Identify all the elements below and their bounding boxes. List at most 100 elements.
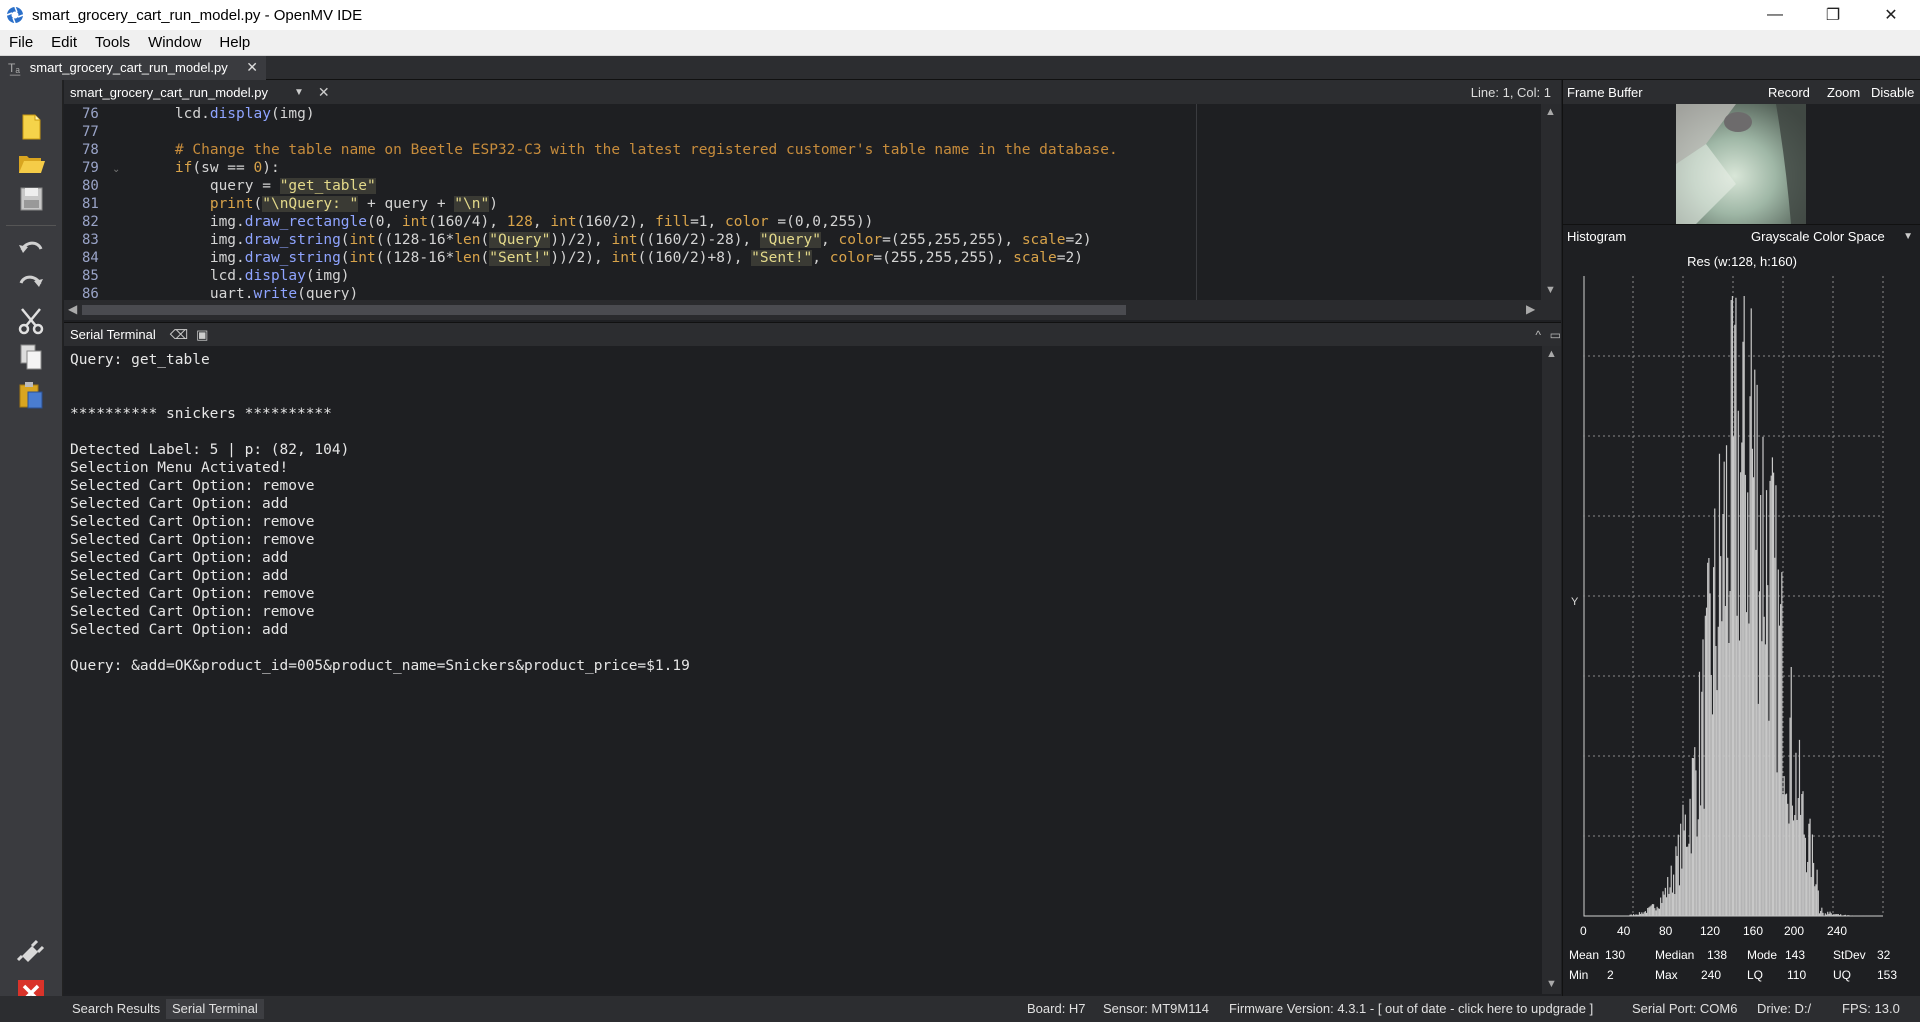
- code-line-83: img.draw_string(int((128-16*len("Query")…: [140, 232, 1092, 248]
- scrollbar-thumb[interactable]: [82, 305, 1126, 315]
- serial-terminal-output[interactable]: Query: get_table ********** snickers ***…: [64, 346, 1542, 994]
- menu-help[interactable]: Help: [210, 34, 259, 51]
- code-line-76: lcd.display(img): [140, 106, 315, 122]
- scroll-left-icon[interactable]: ◀: [68, 302, 77, 316]
- scroll-down-icon[interactable]: ▼: [1545, 284, 1556, 296]
- serial-terminal-tab[interactable]: Serial Terminal: [166, 999, 264, 1019]
- line-number: 76: [82, 106, 99, 122]
- openmv-ide-window: smart_grocery_cart_run_model.py - OpenMV…: [0, 0, 1920, 1022]
- editor-filename[interactable]: smart_grocery_cart_run_model.py: [64, 85, 294, 100]
- terminal-line: Selected Cart Option: add: [70, 550, 289, 566]
- frame-buffer-header: Frame Buffer Record Zoom Disable: [1563, 80, 1920, 104]
- line-number-gutter: 76 77 78 79 80 81 82 83 84 85 86 ⌄: [64, 104, 128, 300]
- terminal-line: Selected Cart Option: remove: [70, 514, 315, 530]
- y-channel-label: Y: [1571, 596, 1579, 608]
- cursor-position: Line: 1, Col: 1: [1470, 84, 1551, 100]
- color-space-select[interactable]: Grayscale Color Space: [1751, 229, 1885, 244]
- code-editor[interactable]: 76 77 78 79 80 81 82 83 84 85 86 ⌄ lcd.d…: [64, 104, 1561, 300]
- chevron-down-icon[interactable]: ▼: [1903, 231, 1913, 242]
- firmware-upgrade-link[interactable]: Firmware Version: 4.3.1 - [ out of date …: [1229, 1001, 1593, 1016]
- resolution-label: Res (w:128, h:160): [1687, 254, 1797, 269]
- frame-buffer-label: Frame Buffer: [1567, 84, 1643, 100]
- fold-chevron-icon[interactable]: ⌄: [112, 164, 120, 175]
- cut-icon[interactable]: [14, 304, 48, 338]
- collapse-panel-icon[interactable]: ^: [1535, 328, 1541, 342]
- camera-frame-image: [1676, 104, 1806, 224]
- x-tick: 160: [1743, 924, 1764, 938]
- right-panel: Frame Buffer Record Zoom Disable Histogr…: [1562, 80, 1920, 996]
- histogram-label: Histogram: [1567, 229, 1627, 244]
- terminal-line: Detected Label: 5 | p: (82, 104): [70, 442, 350, 458]
- close-window-button[interactable]: ✕: [1862, 0, 1920, 30]
- editor-header: smart_grocery_cart_run_model.py ▼ ✕ Line…: [64, 80, 1561, 104]
- scroll-down-icon[interactable]: ▼: [1546, 978, 1557, 990]
- line-number: 85: [82, 268, 99, 284]
- terminal-line: Query: get_table: [70, 352, 210, 368]
- close-tab-icon[interactable]: ✕: [246, 59, 258, 76]
- serial-port-label[interactable]: Serial Port: COM6: [1632, 1001, 1737, 1016]
- save-log-icon[interactable]: ▣: [196, 327, 208, 343]
- stat-lq: 110: [1787, 968, 1807, 982]
- close-editor-icon[interactable]: ✕: [318, 84, 330, 101]
- code-line-84: img.draw_string(int((128-16*len("Sent!")…: [140, 250, 1083, 266]
- drive-label[interactable]: Drive: D:/: [1757, 1001, 1811, 1016]
- terminal-line: Selected Cart Option: add: [70, 622, 289, 638]
- title-bar: smart_grocery_cart_run_model.py - OpenMV…: [0, 0, 1920, 30]
- paste-icon[interactable]: [14, 378, 48, 412]
- stat-label: StDev: [1833, 948, 1866, 962]
- line-number: 81: [82, 196, 99, 212]
- editor-horizontal-scrollbar[interactable]: ◀ ▶: [64, 300, 1561, 320]
- scroll-up-icon[interactable]: ▲: [1546, 348, 1557, 360]
- line-number: 77: [82, 124, 99, 140]
- stat-label: Min: [1569, 968, 1589, 982]
- scroll-up-icon[interactable]: ▲: [1545, 106, 1556, 118]
- restore-button[interactable]: ❐: [1804, 0, 1862, 30]
- line-number: 84: [82, 250, 99, 266]
- code-line-86: uart.write(query): [140, 286, 359, 300]
- editor-vertical-scrollbar[interactable]: ▲ ▼: [1541, 104, 1561, 300]
- line-number: 80: [82, 178, 99, 194]
- connect-icon[interactable]: [14, 934, 48, 968]
- save-icon[interactable]: [14, 182, 48, 216]
- scroll-right-icon[interactable]: ▶: [1526, 302, 1535, 316]
- stat-mode: 143: [1785, 948, 1806, 962]
- disable-button[interactable]: Disable: [1871, 85, 1914, 100]
- document-tab[interactable]: T͟ₐ smart_grocery_cart_run_model.py ✕: [0, 55, 266, 80]
- code-line-85: lcd.display(img): [140, 268, 350, 284]
- menu-edit[interactable]: Edit: [42, 34, 86, 51]
- stat-stdev: 32: [1877, 948, 1891, 962]
- stat-label: LQ: [1747, 968, 1764, 982]
- code-line-81: print("\nQuery: " + query + "\n"): [209, 196, 498, 212]
- terminal-vertical-scrollbar[interactable]: ▲ ▼: [1542, 346, 1561, 994]
- menu-tools[interactable]: Tools: [86, 34, 139, 51]
- record-button[interactable]: Record: [1768, 85, 1810, 100]
- open-folder-icon[interactable]: [14, 146, 48, 180]
- search-results-tab[interactable]: Search Results: [66, 999, 166, 1019]
- copy-icon[interactable]: [14, 340, 48, 374]
- clear-terminal-icon[interactable]: ⌫: [170, 327, 188, 343]
- zoom-button[interactable]: Zoom: [1827, 85, 1860, 100]
- line-number: 78: [82, 142, 99, 158]
- chevron-down-icon[interactable]: ▼: [294, 87, 304, 98]
- histogram-view: Res (w:128, h:160) Y 0 40 80 120 160 200…: [1563, 248, 1920, 996]
- menu-file[interactable]: File: [0, 34, 42, 51]
- column-guide: [1196, 104, 1197, 300]
- stat-uq: 153: [1877, 968, 1898, 982]
- x-tick: 0: [1580, 924, 1587, 938]
- terminal-line: Selected Cart Option: remove: [70, 532, 315, 548]
- terminal-line: Query: &add=OK&product_id=005&product_na…: [70, 658, 690, 674]
- minimize-button[interactable]: —: [1746, 0, 1804, 30]
- maximize-panel-icon[interactable]: ▭: [1550, 328, 1561, 342]
- line-number: 86: [82, 286, 99, 300]
- terminal-line: ********** snickers **********: [70, 406, 332, 422]
- openmv-logo-icon: [6, 6, 24, 24]
- undo-icon[interactable]: [14, 232, 48, 266]
- terminal-line: Selected Cart Option: remove: [70, 604, 315, 620]
- redo-icon[interactable]: [14, 266, 48, 300]
- new-file-icon[interactable]: [14, 110, 48, 144]
- x-tick: 240: [1827, 924, 1848, 938]
- stat-median: 138: [1707, 948, 1728, 962]
- menu-window[interactable]: Window: [139, 34, 210, 51]
- terminal-line: Selected Cart Option: remove: [70, 478, 315, 494]
- fps-label: FPS: 13.0: [1842, 1001, 1900, 1016]
